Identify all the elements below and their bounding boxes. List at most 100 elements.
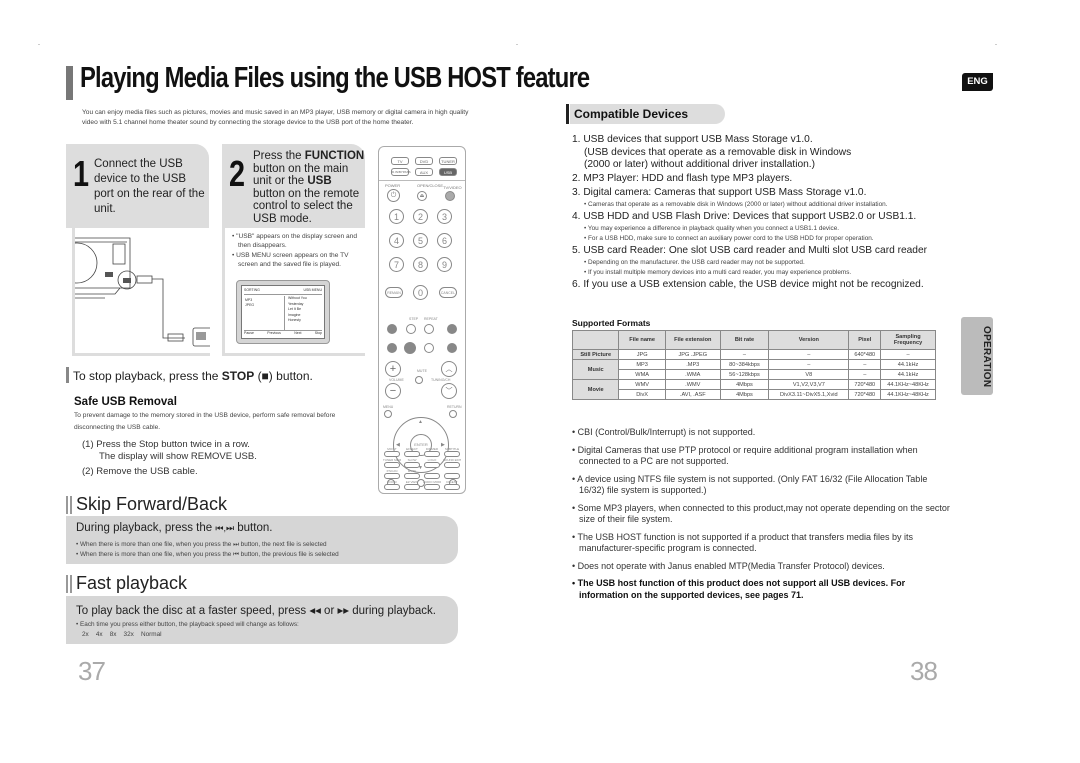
skip-text: button. — [234, 522, 273, 534]
skip-back-forward-icon: ⏮,⏭ — [215, 523, 235, 533]
remote-function-button — [444, 484, 460, 490]
return-button — [449, 410, 457, 418]
next-hint: Next — [294, 331, 302, 335]
section-accent-bar — [70, 496, 72, 514]
table-header-row: File name File extension Bit rate Version Pi… — [571, 330, 936, 350]
table-cell: – — [768, 349, 850, 360]
compatible-devices-list: 1. USB devices that support USB Mass Sto… — [572, 134, 952, 293]
page-title: Playing Media Files using the USB HOST f… — [80, 62, 590, 94]
fast-playback-title: Fast playback — [76, 573, 188, 593]
table-cell: – — [848, 369, 882, 380]
compatible-device-item: 6. If you use a USB extension cable, the… — [572, 279, 952, 292]
usb-menu-footer: Pause Previous Next Stop — [244, 330, 322, 336]
remote-function-button — [404, 473, 420, 479]
usb-notes-list: • CBI (Control/Bulk/Interrupt) is not su… — [572, 427, 952, 607]
remote-digit-button: 6 — [437, 233, 452, 248]
file-item: Without You — [288, 296, 307, 300]
file-list: Without You Yesterday Let It Be Imagine … — [284, 296, 307, 330]
table-cell: – — [848, 359, 882, 370]
table-row-header: Still Picture — [571, 349, 620, 360]
safe-removal-step: (1) Press the Stop button twice in a row… — [82, 439, 250, 450]
section-accent-bar — [66, 575, 68, 593]
table-cell: MP3 — [618, 359, 666, 370]
remote-remain-button: REMAIN — [385, 287, 403, 298]
table-row: Movie WMV .WMV 4Mbps V1,V2,V3,V7 720*480 44.1K… — [571, 379, 936, 400]
remote-function-button — [404, 451, 420, 457]
table-row: Still Picture JPG JPG .JPEG – –640*480– — [571, 349, 936, 360]
compatible-device-text: (2000 or later) without additional drive… — [584, 159, 816, 170]
step-2-note: • USB MENU screen appears on the TV scre… — [232, 251, 349, 269]
fast-playback-notes: • Each time you press either button, the… — [76, 620, 299, 640]
compatible-device-note: • Cameras that operate as a removable di… — [584, 200, 888, 208]
remote-digit-button: 0 — [413, 285, 428, 300]
table-cell: .WMA — [664, 369, 721, 380]
compatible-device-text: 3. Digital camera: Cameras that support … — [572, 187, 867, 198]
usb-note: • Does not operate with Janus enabled MT… — [572, 560, 885, 571]
rewind-icon — [387, 324, 397, 334]
skip-section-title: Skip Forward/Back — [76, 494, 228, 514]
arrow-up-icon: ▲ — [418, 419, 423, 425]
volume-down-icon: − — [385, 383, 401, 399]
folder-jpeg: JPEG — [245, 303, 255, 307]
table-cell: .WMV — [664, 379, 721, 390]
remote-function-button — [424, 473, 440, 479]
section-accent-bar — [70, 575, 72, 593]
remote-function-button — [384, 473, 400, 479]
stop-accent-bar — [66, 367, 69, 383]
step-1-text: Connect the USB device to the USB port o… — [94, 158, 205, 215]
usb-cable-diagram — [56, 237, 214, 347]
remote-digit-button: 1 — [389, 209, 404, 224]
compatible-device-note: • For a USB HDD, make sure to connect an… — [584, 234, 874, 242]
usb-menu-label: USB MENU — [303, 288, 322, 292]
table-cell: 44.1KHz~48KHz — [880, 379, 936, 390]
step-2-text-part: button on the main unit or the — [253, 162, 349, 188]
table-column-header: File name — [618, 330, 666, 350]
table-cell: .MP3 — [664, 359, 721, 370]
table-cell: DivX3.11~DivX5.1,Xvid — [768, 389, 850, 400]
usb-note: • The USB host function of this product … — [572, 578, 906, 600]
safe-removal-steps: (1) Press the Stop button twice in a row… — [82, 439, 257, 478]
remote-digit-button: 5 — [413, 233, 428, 248]
remote-step-label: STEP — [409, 317, 419, 321]
usb-menu-screen: SORTING USB MENU MP3 JPEG Without You Ye… — [241, 285, 325, 339]
remote-tuner-button: TUNER — [439, 157, 457, 165]
remote-function-button — [384, 462, 400, 468]
power-icon: ⏻ — [387, 189, 400, 202]
fast-playback-note: • Each time you press either button, the… — [76, 621, 299, 628]
safe-removal-title: Safe USB Removal — [74, 396, 177, 408]
table-column-header: File extension — [664, 330, 721, 350]
step-2-note: • "USB" appears on the display screen an… — [232, 233, 358, 250]
table-cell: – — [768, 359, 850, 370]
stop-instruction: To stop playback, press the STOP (■) but… — [73, 369, 313, 383]
stop-hint: Stop — [314, 331, 322, 335]
crop-mark — [38, 44, 40, 45]
compatible-device-text: 1. USB devices that support USB Mass Sto… — [572, 134, 813, 145]
remote-tuning-label: TUNING/CH — [431, 378, 451, 382]
channel-up-icon: ︿ — [441, 361, 457, 377]
table-cell: V1,V2,V3,V7 — [768, 379, 850, 390]
tv-usb-menu-illustration: SORTING USB MENU MP3 JPEG Without You Ye… — [236, 280, 330, 344]
step-2-text: Press the FUNCTION button on the main un… — [253, 150, 365, 225]
step-button — [406, 324, 416, 334]
step-2-number: 2 — [229, 153, 246, 194]
previous-hint: Previous — [267, 331, 281, 335]
supported-formats-title: Supported Formats — [572, 318, 651, 328]
title-accent-bar — [66, 66, 73, 100]
table-cell: 720*480 — [848, 389, 882, 400]
supported-formats-table: File name File extension Bit rate Version Pi… — [571, 330, 936, 400]
remote-cancel-button: CANCEL — [439, 287, 457, 298]
remote-tv-video-label: TV/VIDEO — [443, 185, 462, 190]
table-cell: 640*480 — [848, 349, 882, 360]
usb-note: • The USB HOST function is not supported… — [572, 531, 913, 554]
skip-notes: • When there is more than one file, when… — [76, 540, 339, 559]
remote-function-button — [404, 462, 420, 468]
compatible-device-item: 1. USB devices that support USB Mass Sto… — [572, 134, 952, 172]
remote-open-close-label: OPEN/CLOSE — [417, 183, 444, 188]
volume-up-icon: + — [385, 361, 401, 377]
usb-connection-illustration — [56, 228, 214, 356]
compatible-device-text: 4. USB HDD and USB Flash Drive: Devices … — [572, 211, 917, 222]
playback-speed-sequence: 2x 4x 8x 32x Normal — [82, 631, 162, 638]
table-row-header: Movie — [571, 379, 620, 400]
remote-repeat-label: REPEAT — [424, 317, 438, 321]
remote-function-button — [424, 451, 440, 457]
